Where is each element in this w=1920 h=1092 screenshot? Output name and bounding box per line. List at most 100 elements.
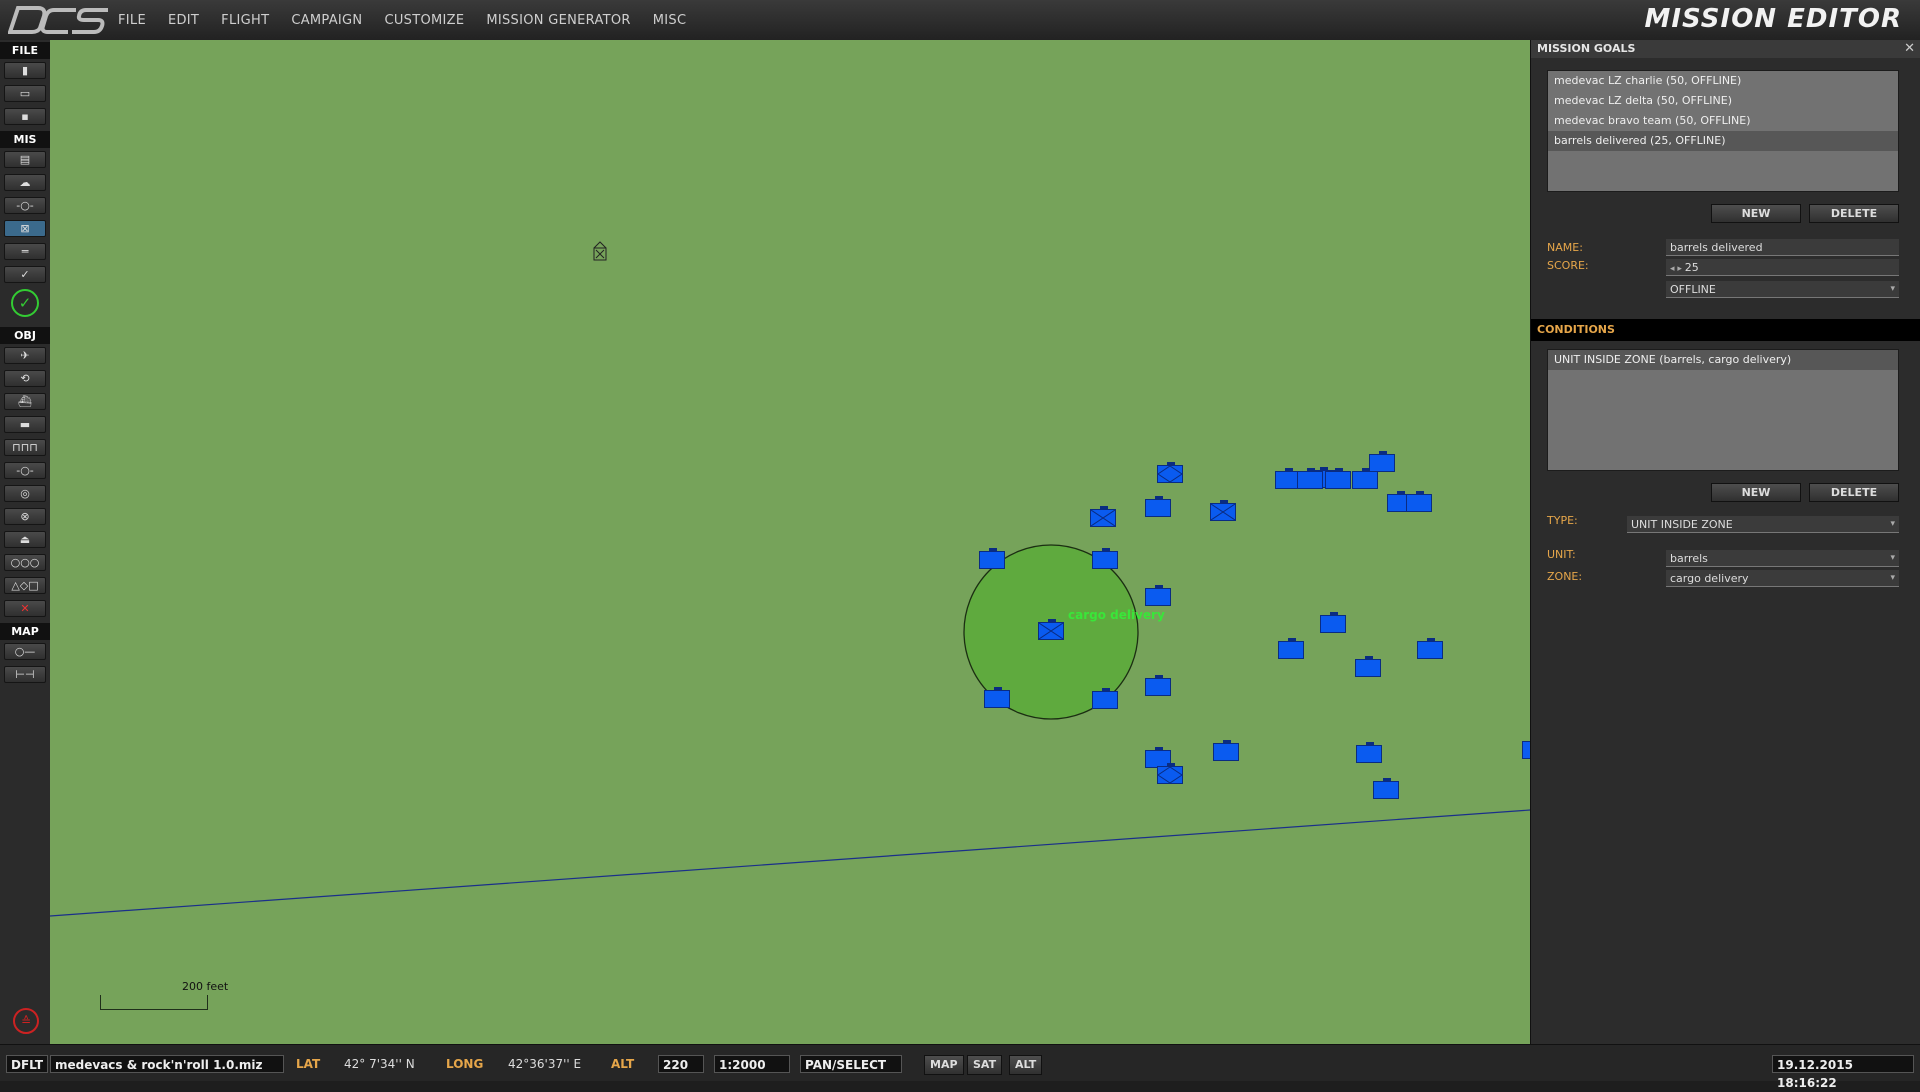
stepper-arrows-icon[interactable]: ◂ ▸ (1670, 264, 1685, 274)
unit[interactable] (1297, 468, 1323, 489)
menu-campaign[interactable]: CAMPAIGN (291, 13, 362, 28)
unit[interactable] (1213, 740, 1239, 761)
unit[interactable] (1522, 741, 1530, 759)
triggers-icon[interactable]: -○- (4, 197, 46, 214)
goals-list: medevac LZ charlie (50, OFFLINE) medevac… (1547, 70, 1899, 192)
menu-flight[interactable]: FLIGHT (221, 13, 269, 28)
app-title: MISSION EDITOR (1644, 4, 1902, 34)
unit[interactable] (1157, 462, 1183, 483)
exit-icon[interactable]: ≙ (13, 1008, 39, 1034)
status-select[interactable]: OFFLINE ▾ (1666, 281, 1899, 298)
section-file: FILE (0, 42, 50, 59)
unit[interactable] (1356, 742, 1382, 763)
save-file-icon[interactable]: ▪ (4, 108, 46, 125)
goal-item[interactable]: medevac bravo team (50, OFFLINE) (1548, 111, 1898, 131)
status-value: OFFLINE (1670, 283, 1716, 296)
score-label: SCORE: (1547, 259, 1589, 272)
unit[interactable] (984, 687, 1010, 708)
unit[interactable] (1092, 548, 1118, 569)
unit[interactable] (1320, 612, 1346, 633)
menu-mission-generator[interactable]: MISSION GENERATOR (486, 13, 630, 28)
zone-select[interactable]: cargo delivery ▾ (1666, 570, 1899, 587)
ship-icon[interactable]: ⛴ (4, 393, 46, 410)
unit[interactable] (1145, 675, 1171, 696)
top-bar: FILE EDIT FLIGHT CAMPAIGN CUSTOMIZE MISS… (0, 0, 1920, 41)
condition-item[interactable]: UNIT INSIDE ZONE (barrels, cargo deliver… (1548, 350, 1898, 370)
alt-button[interactable]: ALT (1009, 1055, 1043, 1075)
delete-goal-button[interactable]: DELETE (1809, 204, 1899, 223)
target-icon[interactable]: ◎ (4, 485, 46, 502)
goal-item[interactable]: medevac LZ delta (50, OFFLINE) (1548, 91, 1898, 111)
weather-icon[interactable]: ☁ (4, 174, 46, 191)
long-value: 42°36'37'' E (508, 1057, 582, 1071)
unit-select[interactable]: barrels ▾ (1666, 550, 1899, 567)
score-stepper[interactable]: ◂ ▸ 25 (1666, 259, 1899, 276)
unit[interactable] (1145, 585, 1171, 606)
name-field[interactable]: barrels delivered (1666, 239, 1899, 256)
goals-icon[interactable]: ⊠ (4, 220, 46, 237)
tool-mode[interactable]: PAN/SELECT (800, 1055, 902, 1073)
type-value: UNIT INSIDE ZONE (1631, 518, 1733, 531)
menu-customize[interactable]: CUSTOMIZE (384, 13, 464, 28)
section-obj: OBJ (0, 327, 50, 344)
menu-file[interactable]: FILE (118, 13, 146, 28)
mission-ok-icon[interactable]: ✓ (11, 289, 39, 317)
unit-center[interactable] (1038, 619, 1064, 640)
briefing-icon[interactable]: ▤ (4, 151, 46, 168)
unit[interactable] (1090, 506, 1116, 527)
unit[interactable] (1355, 656, 1381, 677)
conditions-button-row: NEW DELETE (1531, 483, 1899, 502)
unit[interactable] (1406, 491, 1432, 512)
menu-misc[interactable]: MISC (653, 13, 687, 28)
unit[interactable] (1352, 468, 1378, 489)
unit[interactable] (1369, 451, 1395, 472)
type-select[interactable]: UNIT INSIDE ZONE ▾ (1627, 516, 1899, 533)
score-row: SCORE: ◂ ▸ 25 (1531, 259, 1920, 281)
mode-indicator[interactable]: DFLT (6, 1055, 49, 1073)
unit[interactable] (1157, 763, 1183, 784)
ruler-icon[interactable]: ⊢⊣ (4, 666, 46, 683)
template-icon[interactable]: ⏏ (4, 531, 46, 548)
goal-item-selected[interactable]: barrels delivered (25, OFFLINE) (1548, 131, 1898, 151)
map-button[interactable]: MAP (924, 1055, 964, 1075)
unit[interactable] (1145, 496, 1171, 517)
close-icon[interactable]: ✕ (1904, 40, 1915, 58)
map-scale[interactable]: 1:2000 (714, 1055, 790, 1073)
vehicle-group-icon[interactable]: ⊓⊓⊓ (4, 439, 46, 456)
unit[interactable] (1417, 638, 1443, 659)
static-object-icon[interactable]: -○- (4, 462, 46, 479)
zone-icon[interactable]: ⊗ (4, 508, 46, 525)
alt-value: 220 (658, 1055, 704, 1073)
map-options-icon[interactable]: ○— (4, 643, 46, 660)
status-row: OFFLINE ▾ (1531, 281, 1920, 303)
unit[interactable] (979, 548, 1005, 569)
delete-icon[interactable]: ✕ (4, 600, 46, 617)
airplane-icon[interactable]: ✈ (4, 347, 46, 364)
new-goal-button[interactable]: NEW (1711, 204, 1801, 223)
long-label: LONG (446, 1057, 484, 1071)
name-row: NAME: barrels delivered (1531, 237, 1920, 259)
unit-value: barrels (1670, 552, 1708, 565)
goal-item[interactable]: medevac LZ charlie (50, OFFLINE) (1548, 71, 1898, 91)
open-file-icon[interactable]: ▭ (4, 85, 46, 102)
helicopter-icon[interactable]: ⟲ (4, 370, 46, 387)
map-view[interactable]: cargo delivery 200 feet (50, 40, 1530, 1044)
unit[interactable] (1092, 688, 1118, 709)
delete-condition-button[interactable]: DELETE (1809, 483, 1899, 502)
new-condition-button[interactable]: NEW (1711, 483, 1801, 502)
shapes-icon[interactable]: △◇□ (4, 577, 46, 594)
unit[interactable] (1373, 778, 1399, 799)
left-toolbar: FILE ▮ ▭ ▪ MIS ▤ ☁ -○- ⊠ ═ ✓ ✓ OBJ ✈ ⟲ ⛴… (0, 40, 51, 1044)
unit[interactable] (1210, 500, 1236, 521)
new-file-icon[interactable]: ▮ (4, 62, 46, 79)
conditions-list: UNIT INSIDE ZONE (barrels, cargo deliver… (1547, 349, 1899, 471)
unit[interactable] (1278, 638, 1304, 659)
group-icon[interactable]: ○○○ (4, 554, 46, 571)
map-overlay (50, 241, 1530, 917)
rules-icon[interactable]: ═ (4, 243, 46, 260)
vehicle-icon[interactable]: ▬ (4, 416, 46, 433)
sat-button[interactable]: SAT (967, 1055, 1003, 1075)
check-icon[interactable]: ✓ (4, 266, 46, 283)
unit[interactable] (1325, 468, 1351, 489)
menu-edit[interactable]: EDIT (168, 13, 199, 28)
